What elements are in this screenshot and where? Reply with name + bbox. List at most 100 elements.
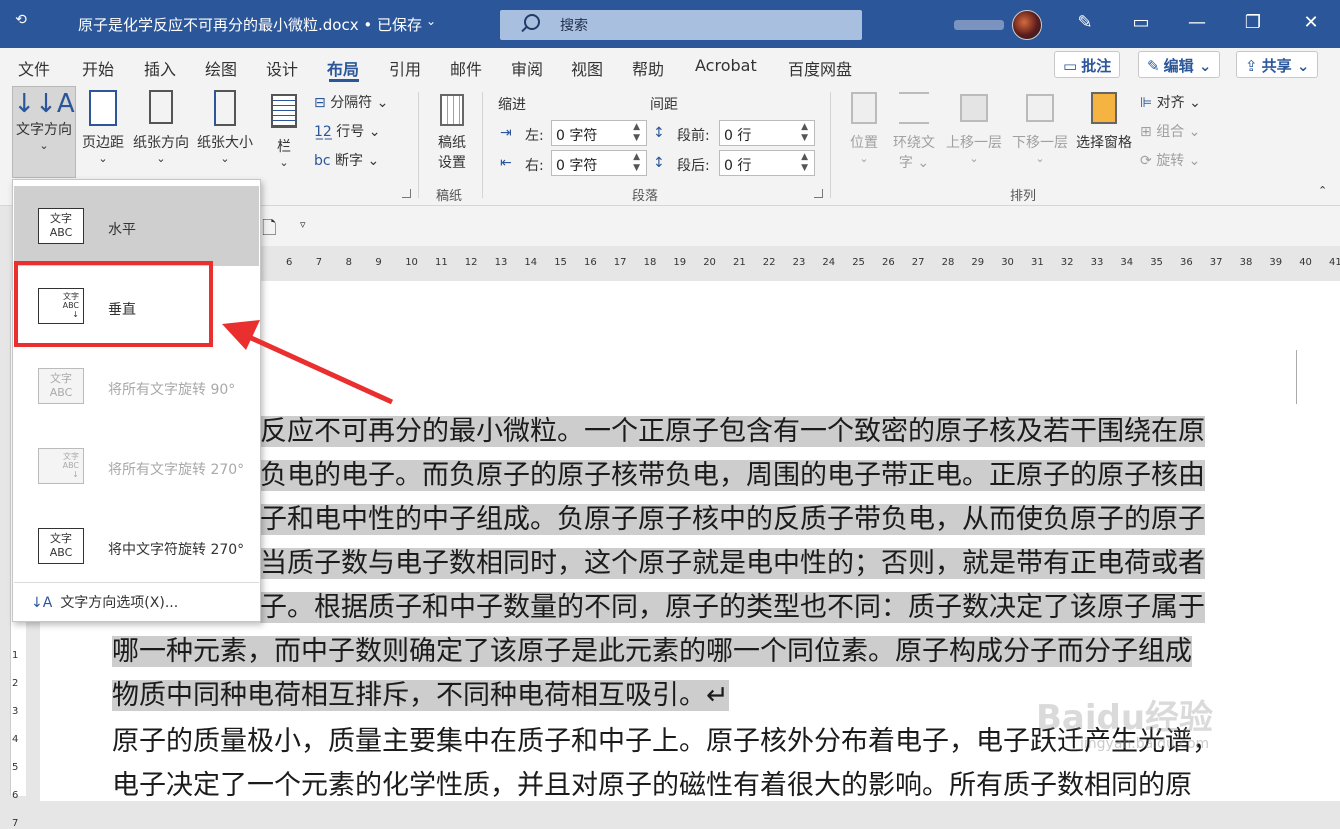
- restore-icon[interactable]: ❐: [1240, 12, 1266, 36]
- spin-arrows-icon[interactable]: ▲ ▼: [801, 122, 808, 144]
- tab-insert[interactable]: 插入: [144, 56, 176, 80]
- collapse-ribbon-icon[interactable]: ⌃: [1318, 184, 1327, 197]
- breaks-icon: ⊟: [314, 95, 326, 111]
- spacing-after-value: 0 行: [724, 158, 752, 174]
- align-button[interactable]: ⊫ 对齐 ⌄: [1140, 92, 1201, 112]
- tab-view[interactable]: 视图: [571, 56, 603, 80]
- autosave-icon[interactable]: ⟲: [8, 12, 34, 36]
- rotate-button[interactable]: ⟳ 旋转 ⌄: [1140, 150, 1200, 170]
- spacing-before-input[interactable]: 0 行 ▲ ▼: [719, 120, 815, 146]
- chevron-down-icon: ⌄: [969, 152, 979, 165]
- pen-icon[interactable]: ✎: [1072, 12, 1098, 36]
- spacing-after-input[interactable]: 0 行 ▲ ▼: [719, 150, 815, 176]
- ruler-tick-label: 38: [1239, 257, 1253, 268]
- text-direction-icon: ↓↓A: [13, 89, 75, 119]
- hyphenation-button[interactable]: bc 断字 ⌄: [314, 150, 379, 170]
- customize-qat-icon[interactable]: ▿: [300, 218, 306, 231]
- search-box[interactable]: 搜索: [500, 10, 862, 40]
- indent-right-input[interactable]: 0 字符 ▲ ▼: [551, 150, 647, 176]
- avatar[interactable]: [1012, 10, 1042, 40]
- tab-mailings[interactable]: 邮件: [450, 56, 482, 80]
- tab-references[interactable]: 引用: [389, 56, 421, 80]
- rotate-asian-text-icon: 文字 ABC: [38, 528, 84, 564]
- share-button[interactable]: ⇪ 共享 ⌄: [1236, 51, 1319, 78]
- bring-forward-icon: [960, 94, 988, 122]
- document-line[interactable]: 反应不可再分的最小微粒。一个正原子包含有一个致密的原子核及若干围绕在原: [260, 409, 1340, 448]
- hyphenation-icon: bc: [314, 153, 331, 169]
- orientation-button[interactable]: 纸张方向 ⌄: [130, 88, 192, 165]
- bring-forward-label: 上移一层: [946, 135, 1002, 151]
- vertical-ruler-tick-label: 4: [12, 734, 19, 745]
- position-icon: [851, 92, 877, 124]
- document-title[interactable]: 原子是化学反应不可再分的最小微粒.docx • 已保存: [78, 14, 422, 35]
- chevron-down-icon: ⌄: [98, 152, 108, 165]
- send-backward-button[interactable]: 下移一层 ⌄: [1008, 92, 1072, 165]
- margins-button[interactable]: 页边距 ⌄: [80, 88, 126, 165]
- spin-arrows-icon[interactable]: ▲ ▼: [633, 122, 640, 144]
- indent-left-input[interactable]: 0 字符 ▲ ▼: [551, 120, 647, 146]
- breaks-button[interactable]: ⊟ 分隔符 ⌄: [314, 92, 388, 112]
- document-line-text: 当质子数与电子数相同时，这个原子就是电中性的；否则，就是带有正电荷或者: [260, 548, 1205, 579]
- tab-acrobat[interactable]: Acrobat: [695, 56, 757, 75]
- ruler-tick-label: 15: [554, 257, 567, 268]
- tab-baidu-netdisk[interactable]: 百度网盘: [788, 56, 852, 80]
- document-line-text: 负电的电子。而负原子的原子核带负电，周围的电子带正电。正原子的原子核由: [260, 460, 1205, 491]
- editing-label: 编辑: [1163, 57, 1194, 75]
- tab-layout[interactable]: 布局: [327, 56, 359, 80]
- ruler-tick-label: 30: [1001, 257, 1014, 268]
- document-line[interactable]: 子和电中性的中子组成。负原子原子核中的反质子带负电，从而使负原子的原子: [260, 497, 1340, 536]
- tab-draw[interactable]: 绘图: [205, 56, 237, 80]
- text-direction-button[interactable]: ↓↓A 文字方向 ⌄: [12, 86, 76, 178]
- page-setup-launcher-icon[interactable]: [402, 189, 411, 198]
- menu-item-rotate-asian-270[interactable]: 文字 ABC 将中文字符旋转 270°: [14, 506, 259, 586]
- rotate-icon: ⟳: [1140, 153, 1152, 169]
- ruler-tick-label: 17: [613, 257, 627, 268]
- editing-button[interactable]: ✎ 编辑 ⌄: [1138, 51, 1221, 78]
- size-button[interactable]: 纸张大小 ⌄: [194, 88, 256, 165]
- text-direction-options-button[interactable]: ↓A 文字方向选项(X)...: [31, 592, 178, 612]
- position-label: 位置: [850, 135, 878, 151]
- columns-button[interactable]: 栏 ⌄: [266, 88, 302, 169]
- menu-item-label: 将中文字符旋转 270°: [108, 542, 245, 558]
- new-document-icon[interactable]: 🗋: [262, 216, 276, 246]
- menu-item-horizontal[interactable]: 文字 ABC 水平: [14, 186, 259, 266]
- spin-arrows-icon[interactable]: ▲ ▼: [801, 152, 808, 174]
- minimize-icon[interactable]: —: [1184, 12, 1210, 36]
- comments-button[interactable]: ▭ 批注: [1054, 51, 1121, 78]
- position-button[interactable]: 位置 ⌄: [844, 92, 884, 165]
- document-line[interactable]: 电子决定了一个元素的化学性质，并且对原子的磁性有着很大的影响。所有质子数相同的原: [112, 763, 1307, 802]
- menu-item-label: 水平: [108, 222, 136, 238]
- document-line[interactable]: 哪一种元素，而中子数则确定了该原子是此元素的哪一个同位素。原子构成分子而分子组成: [112, 629, 1307, 668]
- ruler-tick-label: 11: [435, 257, 448, 268]
- share-icon: ⇪: [1245, 57, 1258, 75]
- document-line[interactable]: 子。根据质子和中子数量的不同，原子的类型也不同：质子数决定了该原子属于: [260, 585, 1340, 624]
- tab-home[interactable]: 开始: [82, 56, 114, 80]
- ruler-tick-label: 6: [286, 257, 293, 268]
- group-icon: ⊞: [1140, 124, 1152, 140]
- line-numbers-button[interactable]: 1̲2̲ 行号 ⌄: [314, 121, 380, 141]
- margins-icon: [89, 90, 117, 126]
- selection-pane-button[interactable]: 选择窗格: [1072, 92, 1136, 152]
- arrow-shaft: [236, 329, 394, 405]
- group-button[interactable]: ⊞ 组合 ⌄: [1140, 121, 1200, 141]
- spin-arrows-icon[interactable]: ▲ ▼: [633, 152, 640, 174]
- bring-forward-button[interactable]: 上移一层 ⌄: [942, 92, 1006, 165]
- wrap-text-button[interactable]: 环绕文 字 ⌄: [890, 92, 938, 172]
- chevron-down-icon: ⌄: [220, 152, 230, 165]
- tab-design[interactable]: 设计: [266, 56, 298, 80]
- horizontal-ruler[interactable]: 6 7 8 9 10 11 12 13 14 15 16 17 18 19 20 21 22 23 24 25 26 27…: [260, 253, 1340, 275]
- paragraph-launcher-icon[interactable]: [814, 189, 823, 198]
- document-line[interactable]: 当质子数与电子数相同时，这个原子就是电中性的；否则，就是带有正电荷或者: [260, 541, 1340, 580]
- tab-review[interactable]: 审阅: [511, 56, 543, 80]
- tab-file[interactable]: 文件: [18, 56, 50, 80]
- tab-help[interactable]: 帮助: [632, 56, 664, 80]
- user-name-blurred[interactable]: [954, 20, 1004, 30]
- chevron-down-icon[interactable]: ⌄: [426, 14, 436, 28]
- ribbon-display-icon[interactable]: ▭: [1128, 12, 1154, 36]
- watermark-logo: Baidu经验: [1036, 698, 1214, 738]
- document-name: 原子是化学反应不可再分的最小微粒.docx: [78, 16, 359, 34]
- close-icon[interactable]: ✕: [1298, 12, 1324, 36]
- ruler-tick-label: 19: [673, 257, 687, 268]
- manuscript-settings-button[interactable]: 稿纸 设置: [432, 92, 472, 172]
- document-line[interactable]: 负电的电子。而负原子的原子核带负电，周围的电子带正电。正原子的原子核由: [260, 453, 1340, 492]
